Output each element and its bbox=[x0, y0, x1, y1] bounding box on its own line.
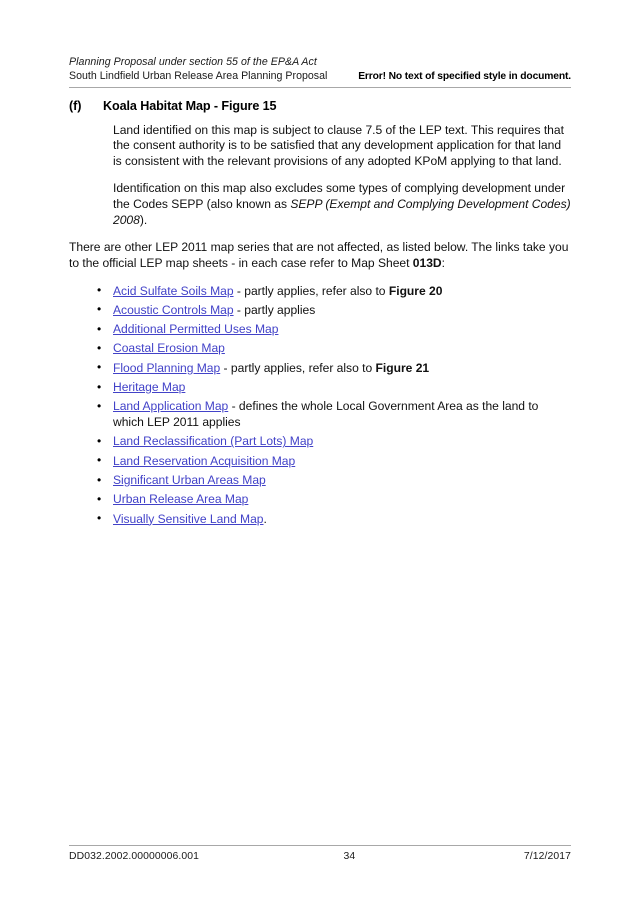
footer-document-id: DD032.2002.00000006.001 bbox=[69, 851, 199, 862]
map-link-urban-release-area[interactable]: Urban Release Area Map bbox=[113, 492, 248, 506]
lead-text-2: : bbox=[441, 255, 445, 270]
paragraph-koala-clause: Land identified on this map is subject t… bbox=[113, 122, 564, 168]
section-marker: (f) bbox=[69, 98, 82, 113]
footer-divider bbox=[69, 845, 571, 846]
paragraph-other-map-series: There are other LEP 2011 map series that… bbox=[69, 240, 571, 271]
map-link-significant-urban-areas[interactable]: Significant Urban Areas Map bbox=[113, 473, 266, 487]
section-title-text: Koala Habitat Map bbox=[103, 98, 211, 113]
list-item: Urban Release Area Map bbox=[69, 492, 571, 508]
list-item-trail-text: - partly applies bbox=[233, 302, 316, 317]
footer-date: 7/12/2017 bbox=[523, 851, 571, 862]
list-item: Land Reservation Acquisition Map bbox=[69, 453, 571, 470]
section-heading: (f) Koala Habitat Map - Figure 15 bbox=[69, 98, 571, 114]
list-item: Additional Permitted Uses Map bbox=[69, 322, 571, 338]
list-item: Heritage Map bbox=[69, 380, 571, 396]
list-item: Significant Urban Areas Map bbox=[69, 473, 571, 489]
map-link-additional-permitted-uses[interactable]: Additional Permitted Uses Map bbox=[113, 322, 278, 336]
running-header: Planning Proposal under section 55 of th… bbox=[69, 0, 571, 88]
map-sheet-number: 013D bbox=[412, 255, 442, 270]
map-link-acid-sulfate-soils[interactable]: Acid Sulfate Soils Map bbox=[113, 284, 234, 298]
section-figure-reference: Figure 15 bbox=[221, 98, 277, 113]
list-item: Land Application Map - defines the whole… bbox=[69, 399, 571, 431]
map-link-flood-planning[interactable]: Flood Planning Map bbox=[113, 361, 220, 375]
header-subtitle-row: South Lindfield Urban Release Area Plann… bbox=[69, 70, 571, 84]
list-item: Acid Sulfate Soils Map - partly applies,… bbox=[69, 283, 571, 300]
map-link-heritage[interactable]: Heritage Map bbox=[113, 380, 185, 394]
map-link-acoustic-controls[interactable]: Acoustic Controls Map bbox=[113, 303, 234, 317]
list-item: Land Reclassification (Part Lots) Map bbox=[69, 434, 571, 450]
footer-row: DD032.2002.00000006.001 34 7/12/2017 bbox=[69, 850, 571, 863]
map-link-land-application[interactable]: Land Application Map bbox=[113, 399, 228, 413]
map-links-list: Acid Sulfate Soils Map - partly applies,… bbox=[69, 283, 571, 528]
lead-text-1: There are other LEP 2011 map series that… bbox=[69, 240, 569, 270]
paragraph-complying-development: Identification on this map also excludes… bbox=[113, 181, 571, 228]
document-page: Planning Proposal under section 55 of th… bbox=[0, 0, 642, 907]
map-link-land-reclassification[interactable]: Land Reclassification (Part Lots) Map bbox=[113, 434, 313, 448]
list-item-figure-reference: Figure 20 bbox=[388, 283, 443, 298]
list-item: Visually Sensitive Land Map. bbox=[69, 511, 571, 528]
running-footer: DD032.2002.00000006.001 34 7/12/2017 bbox=[69, 845, 571, 863]
list-item-trail-text: - partly applies, refer also to bbox=[220, 360, 376, 375]
list-item-trail-text: - partly applies, refer also to bbox=[233, 283, 389, 298]
map-link-land-reservation-acquisition[interactable]: Land Reservation Acquisition Map bbox=[113, 454, 295, 468]
list-item: Acoustic Controls Map - partly applies bbox=[69, 302, 571, 319]
list-item: Coastal Erosion Map bbox=[69, 341, 571, 357]
map-link-visually-sensitive-land[interactable]: Visually Sensitive Land Map bbox=[113, 512, 264, 526]
header-proposal-name: South Lindfield Urban Release Area Plann… bbox=[69, 70, 328, 82]
header-title-italic: Planning Proposal under section 55 of th… bbox=[69, 56, 317, 68]
footer-page-number: 34 bbox=[343, 851, 356, 862]
section-title-separator: - bbox=[210, 98, 222, 113]
page-content: Planning Proposal under section 55 of th… bbox=[69, 0, 571, 527]
section-title: Koala Habitat Map - Figure 15 bbox=[103, 98, 277, 114]
header-style-error-notice: Error! No text of specified style in doc… bbox=[358, 71, 571, 82]
list-item: Flood Planning Map - partly applies, ref… bbox=[69, 360, 571, 377]
header-divider bbox=[69, 86, 571, 88]
map-link-coastal-erosion[interactable]: Coastal Erosion Map bbox=[113, 341, 225, 355]
list-item-figure-reference: Figure 21 bbox=[375, 360, 430, 375]
list-item-trail-text: . bbox=[263, 511, 267, 526]
paragraph-complying-text-2: ). bbox=[139, 212, 148, 227]
